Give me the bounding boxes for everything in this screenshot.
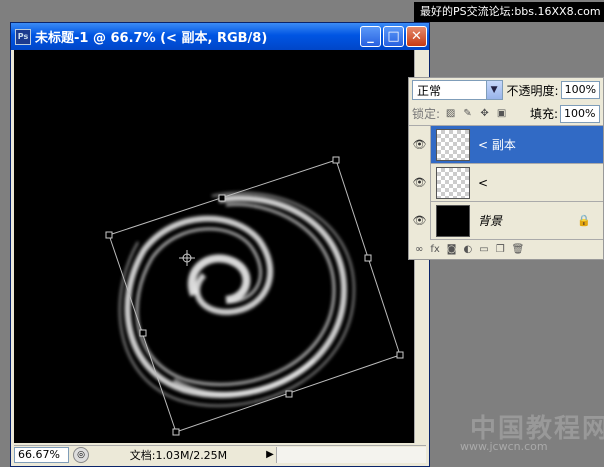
image-canvas[interactable]: [14, 50, 416, 443]
mask-icon[interactable]: ◙: [447, 244, 457, 255]
layer-name: < 副本: [478, 138, 516, 152]
transform-handle[interactable]: [396, 351, 404, 359]
adjustment-icon[interactable]: ◐: [464, 244, 473, 255]
transform-handle[interactable]: [285, 390, 293, 398]
minimize-button[interactable]: _: [360, 26, 381, 47]
eye-icon: 👁: [412, 176, 427, 189]
fill-field[interactable]: 100%: [560, 104, 600, 123]
status-menu-arrow-icon[interactable]: ▶: [264, 449, 276, 460]
rotation-center-icon[interactable]: [179, 250, 195, 266]
layers-panel-footer: ∞ fx ◙ ◐ ▭ ❐ 🗑: [409, 240, 603, 258]
forum-watermark: 最好的PS交流论坛:bbs.16XX8.com: [414, 2, 604, 22]
window-title: 未标题-1 @ 66.7% (< 副本, RGB/8): [35, 31, 268, 46]
maximize-button[interactable]: □: [383, 26, 404, 47]
transform-handle[interactable]: [332, 156, 340, 164]
blend-mode-value: 正常: [417, 83, 442, 98]
layer-row[interactable]: 👁 < 副本: [409, 125, 603, 164]
layer-name: <: [478, 175, 489, 190]
layer-thumbnail: [436, 204, 470, 237]
transform-handle[interactable]: [139, 329, 147, 337]
site-watermark-url: www.jcwcn.com: [460, 440, 548, 453]
visibility-toggle[interactable]: 👁: [409, 163, 431, 202]
lock-label: 锁定:: [412, 107, 441, 121]
swirl-artwork: [105, 156, 404, 436]
horizontal-scrollbar[interactable]: [276, 446, 426, 463]
document-window: Ps 未标题-1 @ 66.7% (< 副本, RGB/8) _ □ ✕ 66.…: [10, 22, 430, 467]
opacity-field[interactable]: 100%: [560, 81, 600, 99]
lock-move-icon[interactable]: ✥: [478, 107, 491, 120]
visibility-toggle[interactable]: 👁: [409, 125, 431, 164]
eye-icon: 👁: [412, 138, 427, 151]
transform-handle[interactable]: [218, 194, 226, 202]
fill-label: 填充:: [529, 107, 558, 121]
transform-handle[interactable]: [364, 254, 372, 262]
fx-icon[interactable]: fx: [430, 244, 439, 255]
lock-all-icon[interactable]: ▣: [495, 107, 508, 120]
zoom-field[interactable]: 66.67%: [14, 446, 69, 463]
window-titlebar[interactable]: Ps 未标题-1 @ 66.7% (< 副本, RGB/8) _ □ ✕: [11, 23, 429, 50]
status-info-icon[interactable]: ◎: [73, 446, 89, 463]
opacity-label: 不透明度:: [506, 83, 559, 98]
new-layer-icon[interactable]: ❐: [496, 244, 505, 255]
visibility-toggle[interactable]: 👁: [409, 201, 431, 240]
layer-row[interactable]: 👁 背景 🔒: [409, 201, 603, 240]
transform-handle[interactable]: [105, 231, 113, 239]
group-icon[interactable]: ▭: [479, 244, 488, 255]
lock-icon: 🔒: [577, 214, 591, 227]
photoshop-icon: Ps: [15, 28, 31, 45]
lock-transparency-icon[interactable]: ▨: [444, 107, 457, 120]
document-info: 文档:1.03M/2.25M: [129, 448, 228, 462]
lock-paint-icon[interactable]: ✎: [461, 107, 474, 120]
layer-row[interactable]: 👁 <: [409, 163, 603, 202]
eye-icon: 👁: [412, 214, 427, 227]
trash-icon[interactable]: 🗑: [512, 244, 525, 255]
link-icon[interactable]: ∞: [415, 244, 423, 255]
transform-handle[interactable]: [172, 428, 180, 436]
layers-panel: 正常 ▼ 不透明度: 100% 锁定: ▨ ✎ ✥ ▣ 填充: 100% 👁 <…: [408, 77, 604, 260]
layer-thumbnail: [436, 166, 470, 199]
blend-mode-select[interactable]: 正常 ▼: [412, 80, 503, 100]
close-button[interactable]: ✕: [406, 26, 427, 47]
chevron-down-icon[interactable]: ▼: [485, 81, 502, 99]
status-bar: 66.67% ◎ 文档:1.03M/2.25M ▶: [14, 445, 426, 463]
layer-thumbnail: [436, 128, 470, 161]
layer-name: 背景: [478, 214, 503, 228]
